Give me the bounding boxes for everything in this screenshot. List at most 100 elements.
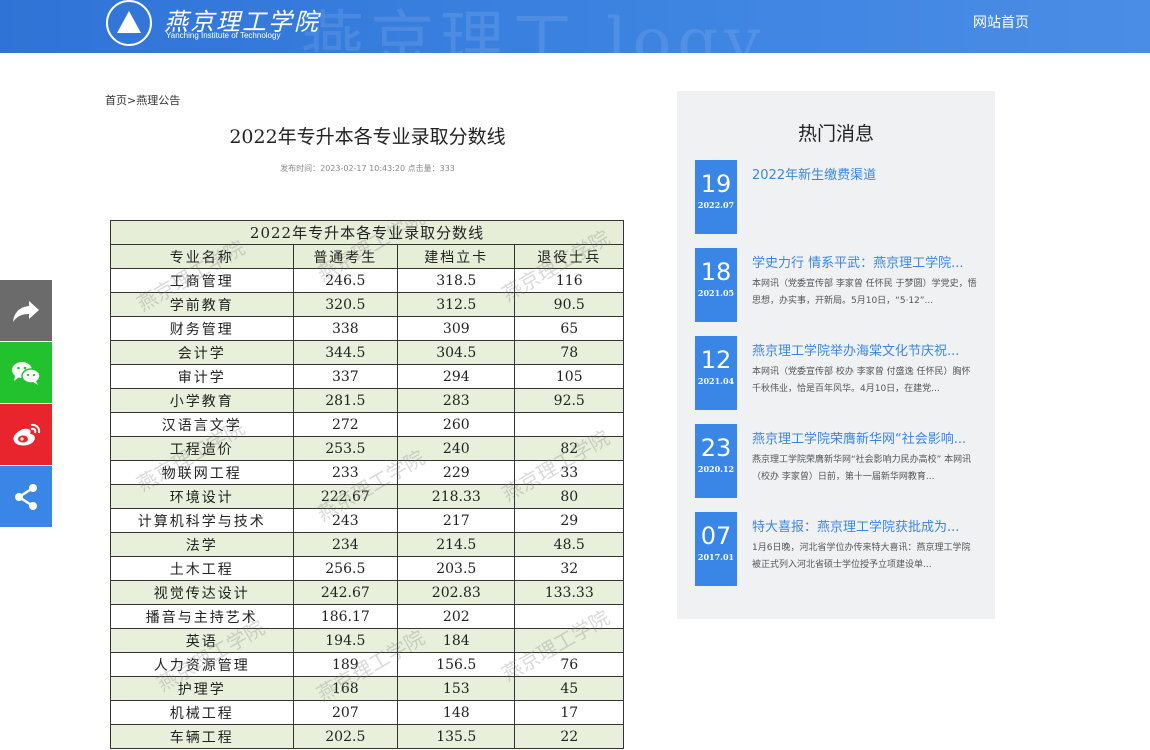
school-logo-icon[interactable] [106,0,152,46]
news-date-year-month: 2021.05 [697,288,735,298]
score-cell-regular: 222.67 [292,484,399,509]
score-cell-major: 法学 [110,532,294,557]
score-cell-poverty: 283 [397,388,516,413]
score-cell-major: 审计学 [110,364,294,389]
news-date-year-month: 2021.04 [697,376,735,386]
score-cell-poverty: 312.5 [397,292,516,317]
score-cell-regular: 344.5 [292,340,399,365]
score-cell-major: 护理学 [110,676,294,701]
score-cell-major: 土木工程 [110,556,294,581]
hot-news-sidebar: 热门消息 19 2022.07 2022年新生缴费渠道 18 2021.05 学… [677,91,995,619]
news-item[interactable]: 07 2017.01 特大喜报：燕京理工学院获批成为... 1月6日晚，河北省学… [695,512,980,586]
score-cell-major: 小学教育 [110,388,294,413]
news-date-day: 23 [700,434,732,462]
news-title-link[interactable]: 学史力行 情系平武：燕京理工学院... [752,252,977,271]
share-weibo-button[interactable] [0,404,52,465]
news-item[interactable]: 19 2022.07 2022年新生缴费渠道 [695,160,980,234]
score-cell-veteran: 116 [514,268,624,293]
score-cell-major: 汉语言文学 [110,412,294,437]
header-watermark: 燕京理工 logy [300,5,767,53]
score-cell-major: 物联网工程 [110,460,294,485]
score-cell-poverty: 260 [397,412,516,437]
score-table-row: 学前教育 320.5 312.5 90.5 [110,292,624,317]
news-date-day: 07 [700,522,732,550]
score-cell-veteran: 92.5 [514,388,624,413]
share-more-button[interactable] [0,466,52,527]
score-cell-poverty: 156.5 [397,652,516,677]
score-table-row: 汉语言文学 272 260 [110,412,624,437]
news-title-link[interactable]: 2022年新生缴费渠道 [752,164,977,183]
score-cell-poverty: 184 [397,628,516,653]
score-table-row: 审计学 337 294 105 [110,364,624,389]
score-cell-major: 播音与主持艺术 [110,604,294,629]
score-table-row: 护理学 168 153 45 [110,676,624,701]
news-item[interactable]: 12 2021.04 燕京理工学院举办海棠文化节庆祝... 本网讯（党委宣传部 … [695,336,980,410]
score-cell-poverty: 318.5 [397,268,516,293]
news-date-badge: 23 2020.12 [695,424,737,498]
news-summary: 燕京理工学院荣膺新华网“社会影响力民办高校” 本网讯（校办 李家曾）日前，第十一… [752,455,972,482]
score-cell-veteran: 48.5 [514,532,624,557]
score-cell-regular: 202.5 [292,724,399,749]
score-cell-veteran: 78 [514,340,624,365]
score-cell-major: 工商管理 [110,268,294,293]
news-summary [752,188,977,222]
news-title-link[interactable]: 燕京理工学院荣膺新华网“社会影响... [752,428,977,447]
article-title: 2022年专升本各专业录取分数线 [229,126,506,148]
news-date-badge: 12 2021.04 [695,336,737,410]
article-meta: 发布时间：2023-02-17 10:43:20 点击量：333 [280,164,455,173]
score-cell-poverty: 304.5 [397,340,516,365]
score-cell-major: 计算机科学与技术 [110,508,294,533]
score-table-row: 英语 194.5 184 [110,628,624,653]
score-cell-poverty: 217 [397,508,516,533]
score-cell-regular: 320.5 [292,292,399,317]
breadcrumb-section-link[interactable]: 燕理公告 [136,94,180,107]
score-cell-poverty: 309 [397,316,516,341]
score-cell-poverty: 153 [397,676,516,701]
score-cell-regular: 168 [292,676,399,701]
score-table-row: 会计学 344.5 304.5 78 [110,340,624,365]
news-date-day: 12 [700,346,732,374]
score-cell-regular: 253.5 [292,436,399,461]
score-table: 2022年专升本各专业录取分数线 专业名称 普通考生 建档立卡 退役士兵 工商管… [110,220,624,749]
share-forward-button[interactable] [0,280,52,341]
weibo-icon [13,423,41,445]
site-header: 燕京理工 logy 燕京理工学院 Yanching Institute of T… [0,0,1150,53]
score-header-major: 专业名称 [110,244,294,269]
score-cell-regular: 194.5 [292,628,399,653]
score-table-row: 计算机科学与技术 243 217 29 [110,508,624,533]
score-cell-poverty: 229 [397,460,516,485]
score-table-row: 车辆工程 202.5 135.5 22 [110,724,624,749]
score-cell-poverty: 148 [397,700,516,725]
score-cell-regular: 243 [292,508,399,533]
news-title-link[interactable]: 燕京理工学院举办海棠文化节庆祝... [752,340,977,359]
score-cell-poverty: 202.83 [397,580,516,605]
score-cell-regular: 234 [292,532,399,557]
news-date-year-month: 2017.01 [697,552,735,562]
score-cell-regular: 233 [292,460,399,485]
score-cell-regular: 337 [292,364,399,389]
score-cell-major: 视觉传达设计 [110,580,294,605]
news-item[interactable]: 23 2020.12 燕京理工学院荣膺新华网“社会影响... 燕京理工学院荣膺新… [695,424,980,498]
score-cell-poverty: 202 [397,604,516,629]
score-cell-major: 英语 [110,628,294,653]
score-cell-veteran [514,628,624,653]
score-table-row: 视觉传达设计 242.67 202.83 133.33 [110,580,624,605]
breadcrumb: 首页>燕理公告 [105,92,180,108]
score-cell-veteran: 22 [514,724,624,749]
logo-english-name[interactable]: Yanching Institute of Technology [166,31,280,40]
nav-home-link[interactable]: 网站首页 [973,12,1029,32]
score-table-row: 法学 234 214.5 48.5 [110,532,624,557]
news-item[interactable]: 18 2021.05 学史力行 情系平武：燕京理工学院... 本网讯（党委宣传部… [695,248,980,322]
score-table-row: 物联网工程 233 229 33 [110,460,624,485]
news-title-link[interactable]: 特大喜报：燕京理工学院获批成为... [752,516,977,535]
score-cell-veteran: 29 [514,508,624,533]
score-cell-regular: 207 [292,700,399,725]
breadcrumb-home-link[interactable]: 首页 [105,94,127,107]
news-summary: 本网讯（党委宣传部 李家曾 任怀民 于梦圆）学党史，悟思想，办实事，开新局。5月… [752,279,977,306]
score-cell-regular: 246.5 [292,268,399,293]
news-date-year-month: 2022.07 [697,200,735,210]
score-cell-major: 工程造价 [110,436,294,461]
share-wechat-button[interactable] [0,342,52,403]
news-date-day: 18 [700,258,732,286]
score-cell-regular: 272 [292,412,399,437]
